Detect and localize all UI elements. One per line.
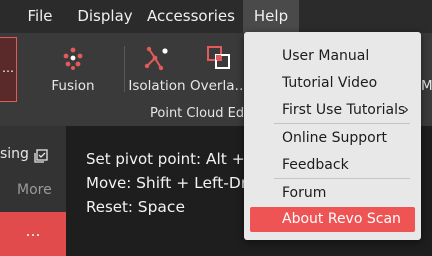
menu-item-tutorial-video[interactable]: Tutorial Video [250,71,415,96]
menu-accessories[interactable]: Accessories [144,0,238,33]
left-panel-item-label: sing [0,146,29,162]
menu-item-forum[interactable]: Forum [250,181,415,206]
menu-item-user-manual[interactable]: User Manual [250,44,415,69]
chevron-right-icon: › [403,102,409,118]
overlap-icon [205,44,233,72]
menu-file[interactable]: File [16,0,64,33]
point-cloud-edit-group-label: Point Cloud Ed [150,106,245,121]
menu-item-online-support[interactable]: Online Support [250,126,415,151]
hint-pivot: Set pivot point: Alt + L [86,150,258,168]
menu-item-about-revo-scan[interactable]: About Revo Scan [250,207,415,232]
hint-move-label: Move: [86,174,132,192]
hint-reset-label: Reset: [86,198,133,216]
hint-pivot-label: Set pivot point: [86,150,202,168]
hint-move-keys: Shift + Left-Dra [136,174,257,192]
menu-bar: File Display Accessories Help [0,0,432,33]
fusion-label: Fusion [51,78,95,94]
help-dropdown-menu: User Manual Tutorial Video First Use Tut… [244,32,421,240]
menu-separator [274,123,410,124]
hint-reset-keys: Space [137,198,185,216]
menu-separator [274,178,410,179]
menu-display[interactable]: Display [68,0,142,33]
clipped-tool-label: M [421,78,432,94]
menu-item-feedback[interactable]: Feedback [250,153,415,178]
hint-move: Move: Shift + Left-Dra [86,174,257,192]
copy-icon[interactable] [34,148,48,163]
fusion-icon [59,44,87,72]
more-button[interactable]: More [17,182,52,198]
red-action-button[interactable]: … [0,212,66,256]
menu-item-first-use-tutorials-label: First Use Tutorials [282,102,406,118]
fusion-button[interactable]: Fusion [37,40,109,100]
isolation-icon [143,44,171,72]
menu-help[interactable]: Help [243,0,299,33]
left-strip-button[interactable]: … [0,37,17,102]
menu-item-first-use-tutorials[interactable]: First Use Tutorials › [250,98,415,123]
hint-reset: Reset: Space [86,198,185,216]
